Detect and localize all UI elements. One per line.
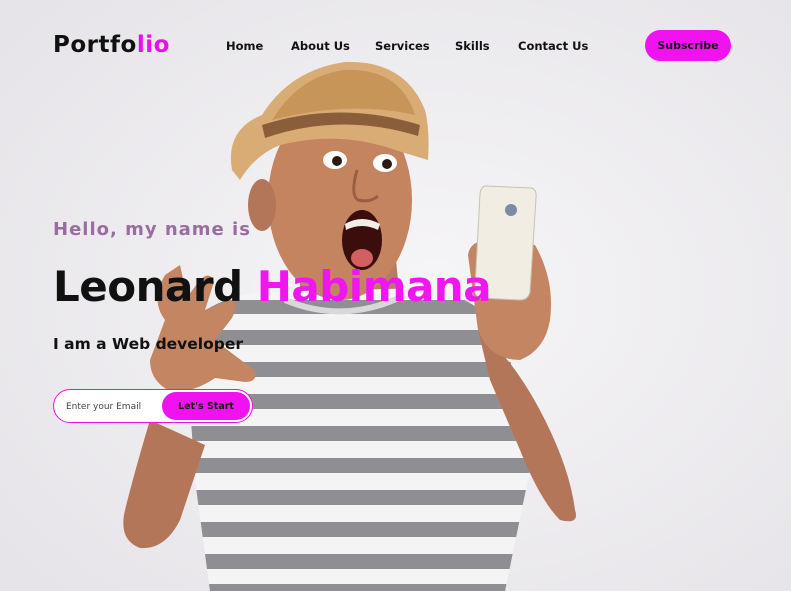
hero-name: Leonard Habimana bbox=[53, 262, 492, 311]
hero-greeting: Hello, my name is bbox=[53, 219, 251, 240]
hero-last-name: Habimana bbox=[256, 262, 492, 311]
hero-tagline: I am a Web developer bbox=[53, 335, 244, 353]
nav-about-us[interactable]: About Us bbox=[291, 39, 350, 53]
hero-first-name: Leonard bbox=[53, 262, 243, 311]
logo-main-text: Portfo bbox=[53, 32, 137, 58]
nav-services[interactable]: Services bbox=[375, 39, 430, 53]
nav-home[interactable]: Home bbox=[226, 39, 263, 53]
logo[interactable]: Portfolio bbox=[53, 32, 170, 58]
nav-skills[interactable]: Skills bbox=[455, 39, 490, 53]
nav-contact-us[interactable]: Contact Us bbox=[518, 39, 588, 53]
subscribe-button[interactable]: Subscribe bbox=[645, 30, 731, 61]
email-signup-form: Let's Start bbox=[53, 389, 253, 423]
logo-accent-text: lio bbox=[136, 32, 170, 58]
email-input[interactable] bbox=[64, 397, 168, 417]
lets-start-button[interactable]: Let's Start bbox=[162, 392, 250, 420]
